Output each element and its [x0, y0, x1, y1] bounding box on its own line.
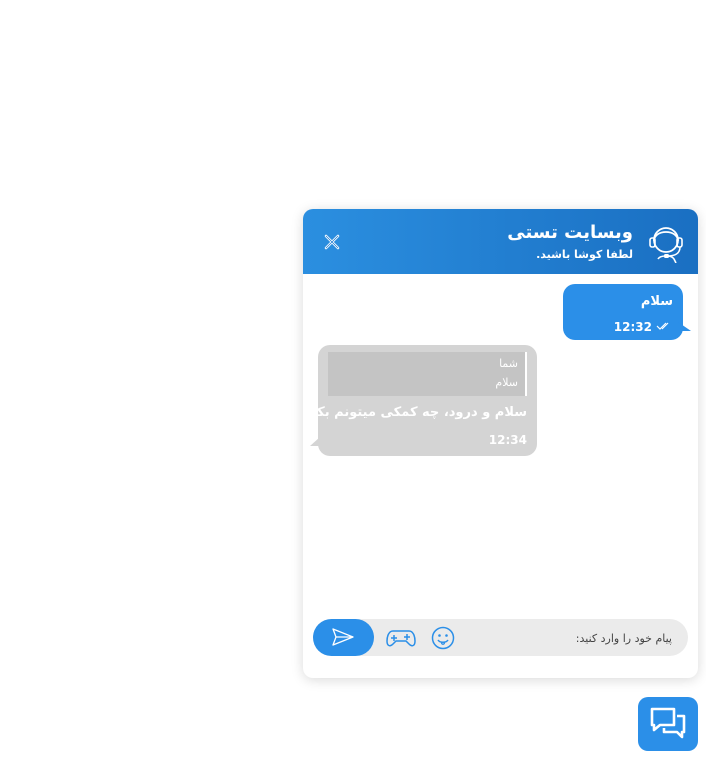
outgoing-message-time: 12:32 — [613, 320, 652, 334]
incoming-message: شما سلام سلام و درود، چه کمکی میتونم بکن… — [303, 345, 537, 456]
chat-window: وبسایت تستی لطفا کوشا باشید. سلام 12:32 … — [303, 209, 698, 678]
incoming-bubble-tail — [310, 437, 320, 446]
incoming-message-time: 12:34 — [488, 433, 527, 447]
outgoing-message: سلام 12:32 — [563, 284, 683, 340]
chat-header: وبسایت تستی لطفا کوشا باشید. — [303, 209, 698, 274]
chat-bubbles-icon — [650, 707, 686, 739]
chat-title: وبسایت تستی — [507, 222, 633, 243]
reply-quote-text: سلام — [495, 376, 518, 389]
outgoing-bubble-tail — [678, 322, 691, 331]
double-check-icon — [656, 322, 669, 330]
chat-launcher-button[interactable] — [638, 697, 698, 751]
composer-bar — [313, 619, 688, 656]
support-agent-icon — [649, 227, 683, 263]
gamepad-icon[interactable] — [386, 626, 416, 650]
chat-subtitle: لطفا کوشا باشید. — [536, 248, 633, 261]
reply-quote-name: شما — [499, 357, 518, 370]
close-icon — [324, 234, 340, 250]
emoji-icon[interactable] — [431, 626, 455, 650]
send-button[interactable] — [313, 619, 374, 656]
close-button[interactable] — [321, 231, 343, 253]
incoming-message-text: سلام و درود، چه کمکی میتونم بکنم؟ — [303, 405, 527, 420]
send-icon — [332, 628, 354, 646]
message-input[interactable] — [460, 625, 674, 652]
outgoing-message-text: سلام — [640, 294, 673, 309]
reply-quote[interactable]: شما سلام — [328, 352, 527, 396]
